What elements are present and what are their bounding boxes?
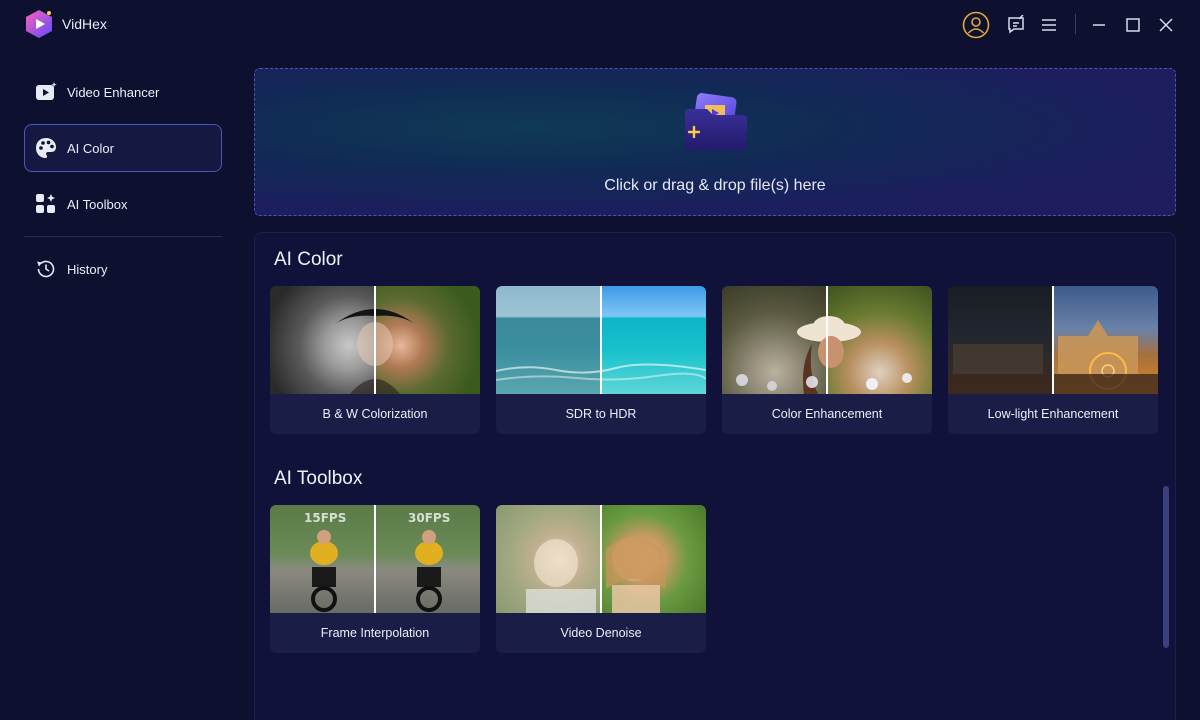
- close-button[interactable]: [1151, 10, 1181, 40]
- hamburger-menu-icon: [1042, 19, 1056, 31]
- app-title: VidHex: [62, 16, 107, 32]
- sidebar-item-label: AI Color: [67, 140, 114, 156]
- bw-colorization-thumbnail: [270, 286, 480, 394]
- minimize-button[interactable]: [1084, 10, 1114, 40]
- comparison-divider: [374, 505, 376, 613]
- color-enhancement-thumbnail: [722, 286, 932, 394]
- motorcycle-rider-right: [415, 530, 443, 612]
- history-icon: [35, 258, 57, 280]
- toolbox-icon: [35, 193, 57, 215]
- account-button[interactable]: [961, 10, 991, 40]
- frame-interpolation-thumbnail: 15FPS 30FPS: [270, 505, 480, 613]
- drop-zone-text: Click or drag & drop file(s) here: [604, 177, 826, 194]
- user-profile-icon: [962, 11, 990, 39]
- sidebar-item-ai-color[interactable]: AI Color: [24, 124, 222, 172]
- fps-badge-right: 30FPS: [408, 511, 451, 525]
- comparison-divider: [826, 286, 828, 394]
- sidebar-item-label: History: [67, 261, 108, 277]
- card-sdr-to-hdr[interactable]: SDR to HDR: [496, 286, 706, 434]
- maximize-button[interactable]: [1118, 10, 1148, 40]
- vidhex-logo-icon: [26, 10, 52, 38]
- sidebar-item-video-enhancer[interactable]: Video Enhancer: [24, 68, 222, 116]
- motorcycle-rider-left: [310, 530, 338, 612]
- fps-badge-left: 15FPS: [304, 511, 347, 525]
- minimize-icon: [1093, 24, 1105, 26]
- card-label: Frame Interpolation: [320, 626, 430, 640]
- panel-scrollbar[interactable]: [1163, 486, 1169, 648]
- sdr-to-hdr-thumbnail: [496, 286, 706, 394]
- card-label: SDR to HDR: [565, 407, 637, 421]
- feedback-button[interactable]: [1001, 10, 1031, 40]
- card-label: Color Enhancement: [771, 407, 883, 421]
- sidebar-item-history[interactable]: History: [24, 245, 222, 293]
- sidebar-item-label: AI Toolbox: [67, 196, 128, 212]
- comparison-divider: [600, 286, 602, 394]
- file-drop-zone[interactable]: Click or drag & drop file(s) here: [254, 68, 1176, 216]
- feedback-icon: [1008, 15, 1024, 34]
- card-label: B & W Colorization: [322, 407, 428, 421]
- menu-button[interactable]: [1034, 10, 1064, 40]
- card-frame-interpolation[interactable]: 15FPS 30FPS Frame Interpolation: [270, 505, 480, 653]
- section-title-ai-color: AI Color: [274, 249, 343, 270]
- titlebar-separator: [1075, 14, 1076, 34]
- card-low-light-enhancement[interactable]: Low-light Enhancement: [948, 286, 1158, 434]
- card-label: Low-light Enhancement: [987, 407, 1119, 421]
- card-label: Video Denoise: [560, 626, 642, 640]
- close-icon: [1159, 18, 1173, 32]
- video-enhancer-icon: [35, 81, 57, 103]
- maximize-icon: [1126, 18, 1140, 32]
- comparison-divider: [374, 286, 376, 394]
- sidebar-divider: [24, 236, 222, 237]
- card-color-enhancement[interactable]: Color Enhancement: [722, 286, 932, 434]
- sidebar-item-label: Video Enhancer: [67, 84, 160, 100]
- sidebar-item-ai-toolbox[interactable]: AI Toolbox: [24, 180, 222, 228]
- title-bar: VidHex: [0, 0, 1200, 50]
- add-folder-icon: [685, 93, 747, 151]
- card-bw-colorization[interactable]: B & W Colorization: [270, 286, 480, 434]
- low-light-enhancement-thumbnail: [948, 286, 1158, 394]
- comparison-divider: [1052, 286, 1054, 394]
- palette-icon: [35, 137, 57, 159]
- card-video-denoise[interactable]: Video Denoise: [496, 505, 706, 653]
- comparison-divider: [600, 505, 602, 613]
- section-title-ai-toolbox: AI Toolbox: [274, 468, 363, 489]
- video-denoise-thumbnail: [496, 505, 706, 613]
